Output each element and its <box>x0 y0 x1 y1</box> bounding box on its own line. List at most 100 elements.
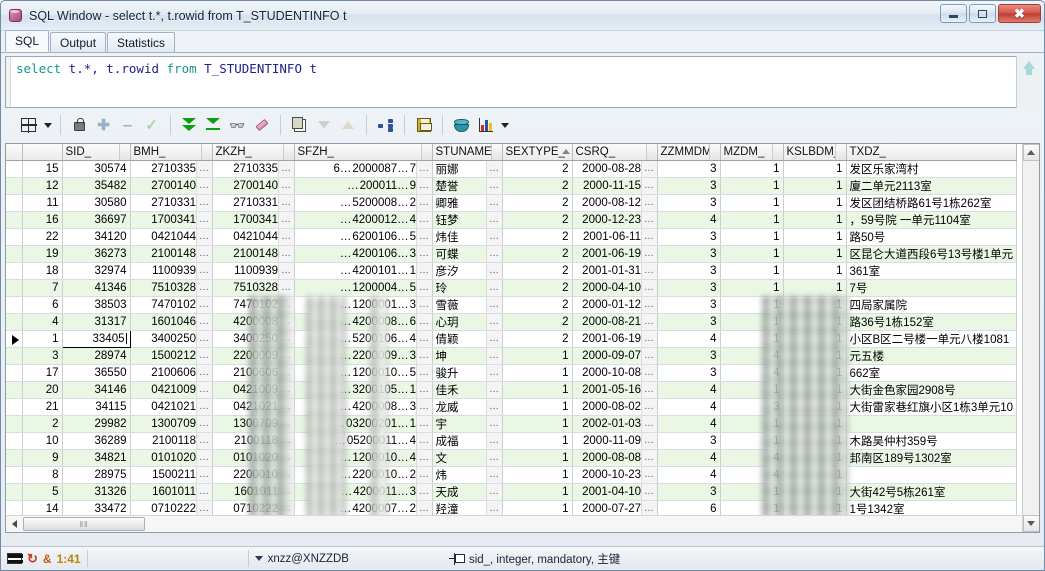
chart-dropdown[interactable] <box>498 114 510 136</box>
cell-zzmmdm[interactable]: 3 <box>657 279 721 297</box>
cell-stuname[interactable]: 卿雅… <box>432 194 503 212</box>
cell-zkzh[interactable]: 0421009… <box>212 381 295 399</box>
row-selector[interactable] <box>6 211 23 229</box>
cell-zkzh[interactable]: 7510328… <box>212 279 295 297</box>
cell-kslbdm[interactable]: 1 <box>783 347 847 365</box>
cell-expand-icon[interactable]: … <box>416 347 431 363</box>
connection-selector[interactable]: xnzz@XNZZDB <box>249 549 355 569</box>
cell-kslbdm[interactable]: 1 <box>783 177 847 195</box>
cell-csrq[interactable]: 2000-11-15… <box>572 177 658 195</box>
cell-csrq[interactable]: 2000-08-08… <box>572 449 658 467</box>
cell-sextype[interactable]: 1 <box>502 415 573 433</box>
cell-zkzh[interactable]: 2200009… <box>212 347 295 365</box>
cell-csrq[interactable]: 2000-08-02… <box>572 398 658 416</box>
row-number[interactable]: 4 <box>22 313 63 331</box>
cell-zkzh[interactable]: 2710331… <box>212 194 295 212</box>
cell-stuname[interactable]: 骏升… <box>432 364 503 382</box>
cell-csrq[interactable]: 2001-06-11… <box>572 228 658 246</box>
table-row[interactable]: 8 28975 1500211… 2200010…… 2200010… 2… 炜… 1 20… <box>6 466 1017 484</box>
cell-mzdm[interactable]: 4 <box>720 364 784 382</box>
column-header-kslbdm[interactable]: KSLBDM_ <box>783 144 847 161</box>
row-selector[interactable] <box>6 364 23 382</box>
cell-txdz[interactable]: 木路昊仲村359号 <box>846 432 1017 450</box>
row-number[interactable]: 11 <box>22 194 63 212</box>
cell-bmh[interactable]: 1601011… <box>130 483 213 501</box>
execute-up-arrow-icon[interactable] <box>1022 61 1035 75</box>
cell-zkzh[interactable]: 1700341… <box>212 211 295 229</box>
sql-editor[interactable]: select t.*, t.rowid from T_STUDENTINFO t <box>5 56 1040 108</box>
cell-expand-icon[interactable]: … <box>278 262 293 278</box>
cell-sfzh[interactable]: … 2200009… 3… <box>294 347 433 365</box>
cell-zzmmdm[interactable]: 3 <box>657 313 721 331</box>
cell-sid[interactable]: 36697 <box>62 211 131 229</box>
cell-kslbdm[interactable]: 1 <box>783 279 847 297</box>
cell-bmh[interactable]: 0421009… <box>130 381 213 399</box>
cell-sextype[interactable]: 1 <box>502 483 573 501</box>
cell-kslbdm[interactable]: 1 <box>783 449 847 467</box>
cell-expand-icon[interactable]: … <box>486 228 501 244</box>
cell-stuname[interactable]: 龙威… <box>432 398 503 416</box>
cell-zkzh[interactable]: 0421044… <box>212 228 295 246</box>
cell-sextype[interactable]: 2 <box>502 194 573 212</box>
horizontal-scroll-thumb[interactable]: ‖‖ <box>23 517 145 531</box>
cell-expand-icon[interactable]: … <box>416 211 431 227</box>
row-number[interactable]: 22 <box>22 228 63 246</box>
cell-mzdm[interactable]: 1 <box>720 313 784 331</box>
cell-expand-icon[interactable]: … <box>486 296 501 312</box>
cell-expand-icon[interactable]: … <box>416 177 431 193</box>
resize-columns-button[interactable] <box>17 114 40 136</box>
cell-expand-icon[interactable]: … <box>278 296 293 312</box>
cell-expand-icon[interactable]: … <box>416 398 431 414</box>
cell-sid[interactable]: 34821 <box>62 449 131 467</box>
query-plan-button[interactable] <box>374 114 397 136</box>
cell-expand-icon[interactable]: … <box>486 483 501 499</box>
cell-expand-icon[interactable]: … <box>278 330 293 346</box>
minimize-button[interactable] <box>940 4 967 23</box>
cell-zkzh[interactable]: 0421021… <box>212 398 295 416</box>
cell-mzdm[interactable]: 4 <box>720 449 784 467</box>
cell-expand-icon[interactable]: … <box>278 211 293 227</box>
cell-expand-icon[interactable]: … <box>278 398 293 414</box>
cell-mzdm[interactable]: 4 <box>720 466 784 484</box>
cell-csrq[interactable]: 2002-01-03… <box>572 415 658 433</box>
cell-kslbdm[interactable]: 1 <box>783 466 847 484</box>
cell-mzdm[interactable]: 3 <box>720 398 784 416</box>
cell-zkzh[interactable]: 2100606… <box>212 364 295 382</box>
cell-sextype[interactable]: 2 <box>502 228 573 246</box>
post-changes-button[interactable]: ✓ <box>140 114 163 136</box>
cell-sfzh[interactable]: … 1200001… 3… <box>294 296 433 314</box>
cell-stuname[interactable]: 雪薇… <box>432 296 503 314</box>
cell-zkzh[interactable]: 7470102… <box>212 296 295 314</box>
table-row[interactable]: 1 33405 3400250… 3400250…… 5200106… 4… 倩颖… 2 2… <box>6 329 1017 348</box>
cell-sfzh[interactable]: … 3200105… 1… <box>294 381 433 399</box>
cell-expand-icon[interactable]: … <box>641 483 656 499</box>
cell-expand-icon[interactable]: … <box>196 228 211 244</box>
cell-expand-icon[interactable]: … <box>416 279 431 295</box>
row-selector[interactable] <box>6 245 23 263</box>
export-data-button[interactable] <box>450 114 473 136</box>
cell-mzdm[interactable]: 1 <box>720 296 784 314</box>
cell-kslbdm[interactable]: 1 <box>783 296 847 314</box>
find-button[interactable]: 👓 <box>226 114 249 136</box>
cell-zzmmdm[interactable]: 3 <box>657 194 721 212</box>
cell-sfzh[interactable]: … 4200011… 3… <box>294 483 433 501</box>
cell-expand-icon[interactable]: … <box>486 364 501 380</box>
cell-expand-icon[interactable]: … <box>416 381 431 397</box>
cell-bmh[interactable]: 2100118… <box>130 432 213 450</box>
cell-sid[interactable]: 36273 <box>62 245 131 263</box>
cell-txdz[interactable]: 小区B区二号楼一单元八楼1081 <box>846 330 1017 348</box>
cell-expand-icon[interactable]: … <box>486 211 501 227</box>
cell-expand-icon[interactable]: … <box>416 228 431 244</box>
row-number[interactable]: 5 <box>22 483 63 501</box>
cell-expand-icon[interactable]: … <box>641 194 656 210</box>
table-row[interactable]: 15 30574 2710335… 2710335… 6… 2000087… 7… 丽娜…… <box>6 160 1017 178</box>
cell-expand-icon[interactable]: … <box>278 432 293 448</box>
cell-zzmmdm[interactable]: 3 <box>657 245 721 263</box>
row-selector[interactable] <box>6 313 23 331</box>
fetch-next-page-button[interactable] <box>178 114 201 136</box>
column-header-mark[interactable] <box>6 144 23 161</box>
cell-zzmmdm[interactable]: 3 <box>657 483 721 501</box>
row-number[interactable]: 19 <box>22 245 63 263</box>
cell-zkzh[interactable]: 2100118… <box>212 432 295 450</box>
cell-expand-icon[interactable]: … <box>486 177 501 193</box>
